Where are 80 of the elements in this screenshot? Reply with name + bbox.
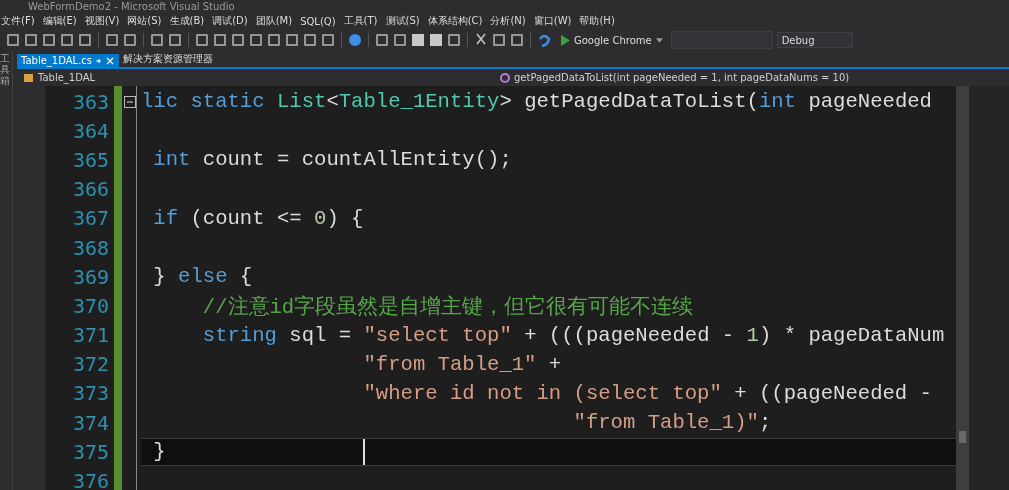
menu-item[interactable]: 测试(S) [384,14,427,28]
toolbar-icon[interactable] [105,33,119,47]
line-number: 366 [71,177,109,202]
toolbar-icon[interactable] [321,33,335,47]
menu-item[interactable]: 编辑(E) [41,14,84,28]
scroll-thumb[interactable] [959,431,966,443]
menu-item[interactable]: 调试(D) [211,14,255,28]
line-number: 373 [71,381,109,406]
toolbar-icon[interactable] [393,33,407,47]
menu-item[interactable]: 文件(F) [0,14,42,28]
toolbar-icon[interactable] [168,33,182,47]
line-number: 374 [71,410,109,435]
line-number: 371 [71,323,109,348]
menu-item[interactable]: 网站(S) [126,14,169,28]
line-number: 365 [71,147,109,172]
document-tab[interactable]: Table_1DAL.cs [17,54,120,67]
toolbar-icon[interactable] [510,33,524,47]
toolbar-icon[interactable] [231,33,245,47]
toolbox-tab[interactable]: 工具箱 [0,53,10,86]
caret-icon [655,37,663,43]
toolbar-icon[interactable] [150,33,164,47]
line-number: 363 [71,89,109,114]
toolbar-icon[interactable] [303,33,317,47]
toolbar-icon[interactable] [375,33,389,47]
code-line: lic static List<Table_1Entity> getPagedDataToList(int pageNeeded [141,90,932,114]
line-number: 376 [71,469,109,490]
line-number: 375 [71,439,109,464]
menu-item[interactable]: 体系结构(C) [426,14,490,28]
code-line: } [152,440,166,464]
scrollbar[interactable] [956,86,969,490]
pin-close-icon[interactable] [95,56,116,65]
toolbar-icon[interactable] [78,33,92,47]
toolbar-icon[interactable] [42,33,56,47]
menu-item[interactable]: 团队(M) [254,14,300,28]
menu-item[interactable]: 视图(V) [83,14,127,28]
method-icon [499,71,511,84]
toolbar-icon[interactable] [213,33,227,47]
toolbar-icon[interactable] [6,33,20,47]
text-cursor [363,438,365,465]
collapse-icon[interactable] [124,95,136,108]
menu-item[interactable]: 帮助(H) [578,14,622,28]
menu-item[interactable]: SQL(Q) [299,15,343,27]
menu-item[interactable]: 生成(B) [168,14,212,28]
toolbar-icon[interactable] [123,33,137,47]
undo-icon[interactable] [537,33,551,47]
toolbar-icon[interactable] [285,33,299,47]
save-icon[interactable] [411,33,425,47]
line-number: 364 [71,118,109,143]
code-line: "from Table_1" + [362,352,562,376]
code-line: "where id not in (select top" + ((pageNeeded - [362,381,932,405]
cut-icon[interactable] [474,33,488,47]
document-tab[interactable]: 解决方案资源管理器 [119,51,218,67]
toolbar-icon[interactable] [447,33,461,47]
toolbar-icon[interactable] [195,33,209,47]
class-icon [23,71,35,84]
code-line: } else { [152,265,253,289]
toolbar-icon[interactable] [60,33,74,47]
member-dropdown[interactable]: getPagedDataToList(int pageNeeded = 1, int pageDataNums = 10) [493,69,850,86]
window-title: WebFormDemo2 - Microsoft Visual Studio [28,0,235,13]
toolbar-icon[interactable] [267,33,281,47]
line-number: 368 [71,235,109,260]
menu-item[interactable]: 窗口(W) [532,14,579,28]
menu-item[interactable]: 工具(T) [342,14,385,28]
code-line: string sql = "select top" + (((pageNeeded - 1) * pageDataNum [201,323,945,347]
code-line: if (count <= 0) { [152,206,364,230]
code-line: int count = countAllEntity(); [152,148,512,172]
play-icon [561,34,570,46]
code-line: //注意id字段虽然是自增主键，但它很有可能不连续 [201,294,694,320]
save-icon[interactable] [429,33,443,47]
toolbar-icon[interactable] [249,33,263,47]
menu-item[interactable]: 分析(N) [489,14,533,28]
code-line: "from Table_1)"; [572,411,772,435]
run-target-dropdown[interactable]: Google Chrome [557,32,667,48]
type-dropdown[interactable]: Table_1DAL [17,69,493,86]
line-number: 367 [71,206,109,231]
configuration-dropdown[interactable]: Debug [776,32,853,48]
line-number: 372 [71,352,109,377]
line-number: 370 [71,293,109,318]
line-number: 369 [71,264,109,289]
toolbar-icon[interactable] [24,33,38,47]
